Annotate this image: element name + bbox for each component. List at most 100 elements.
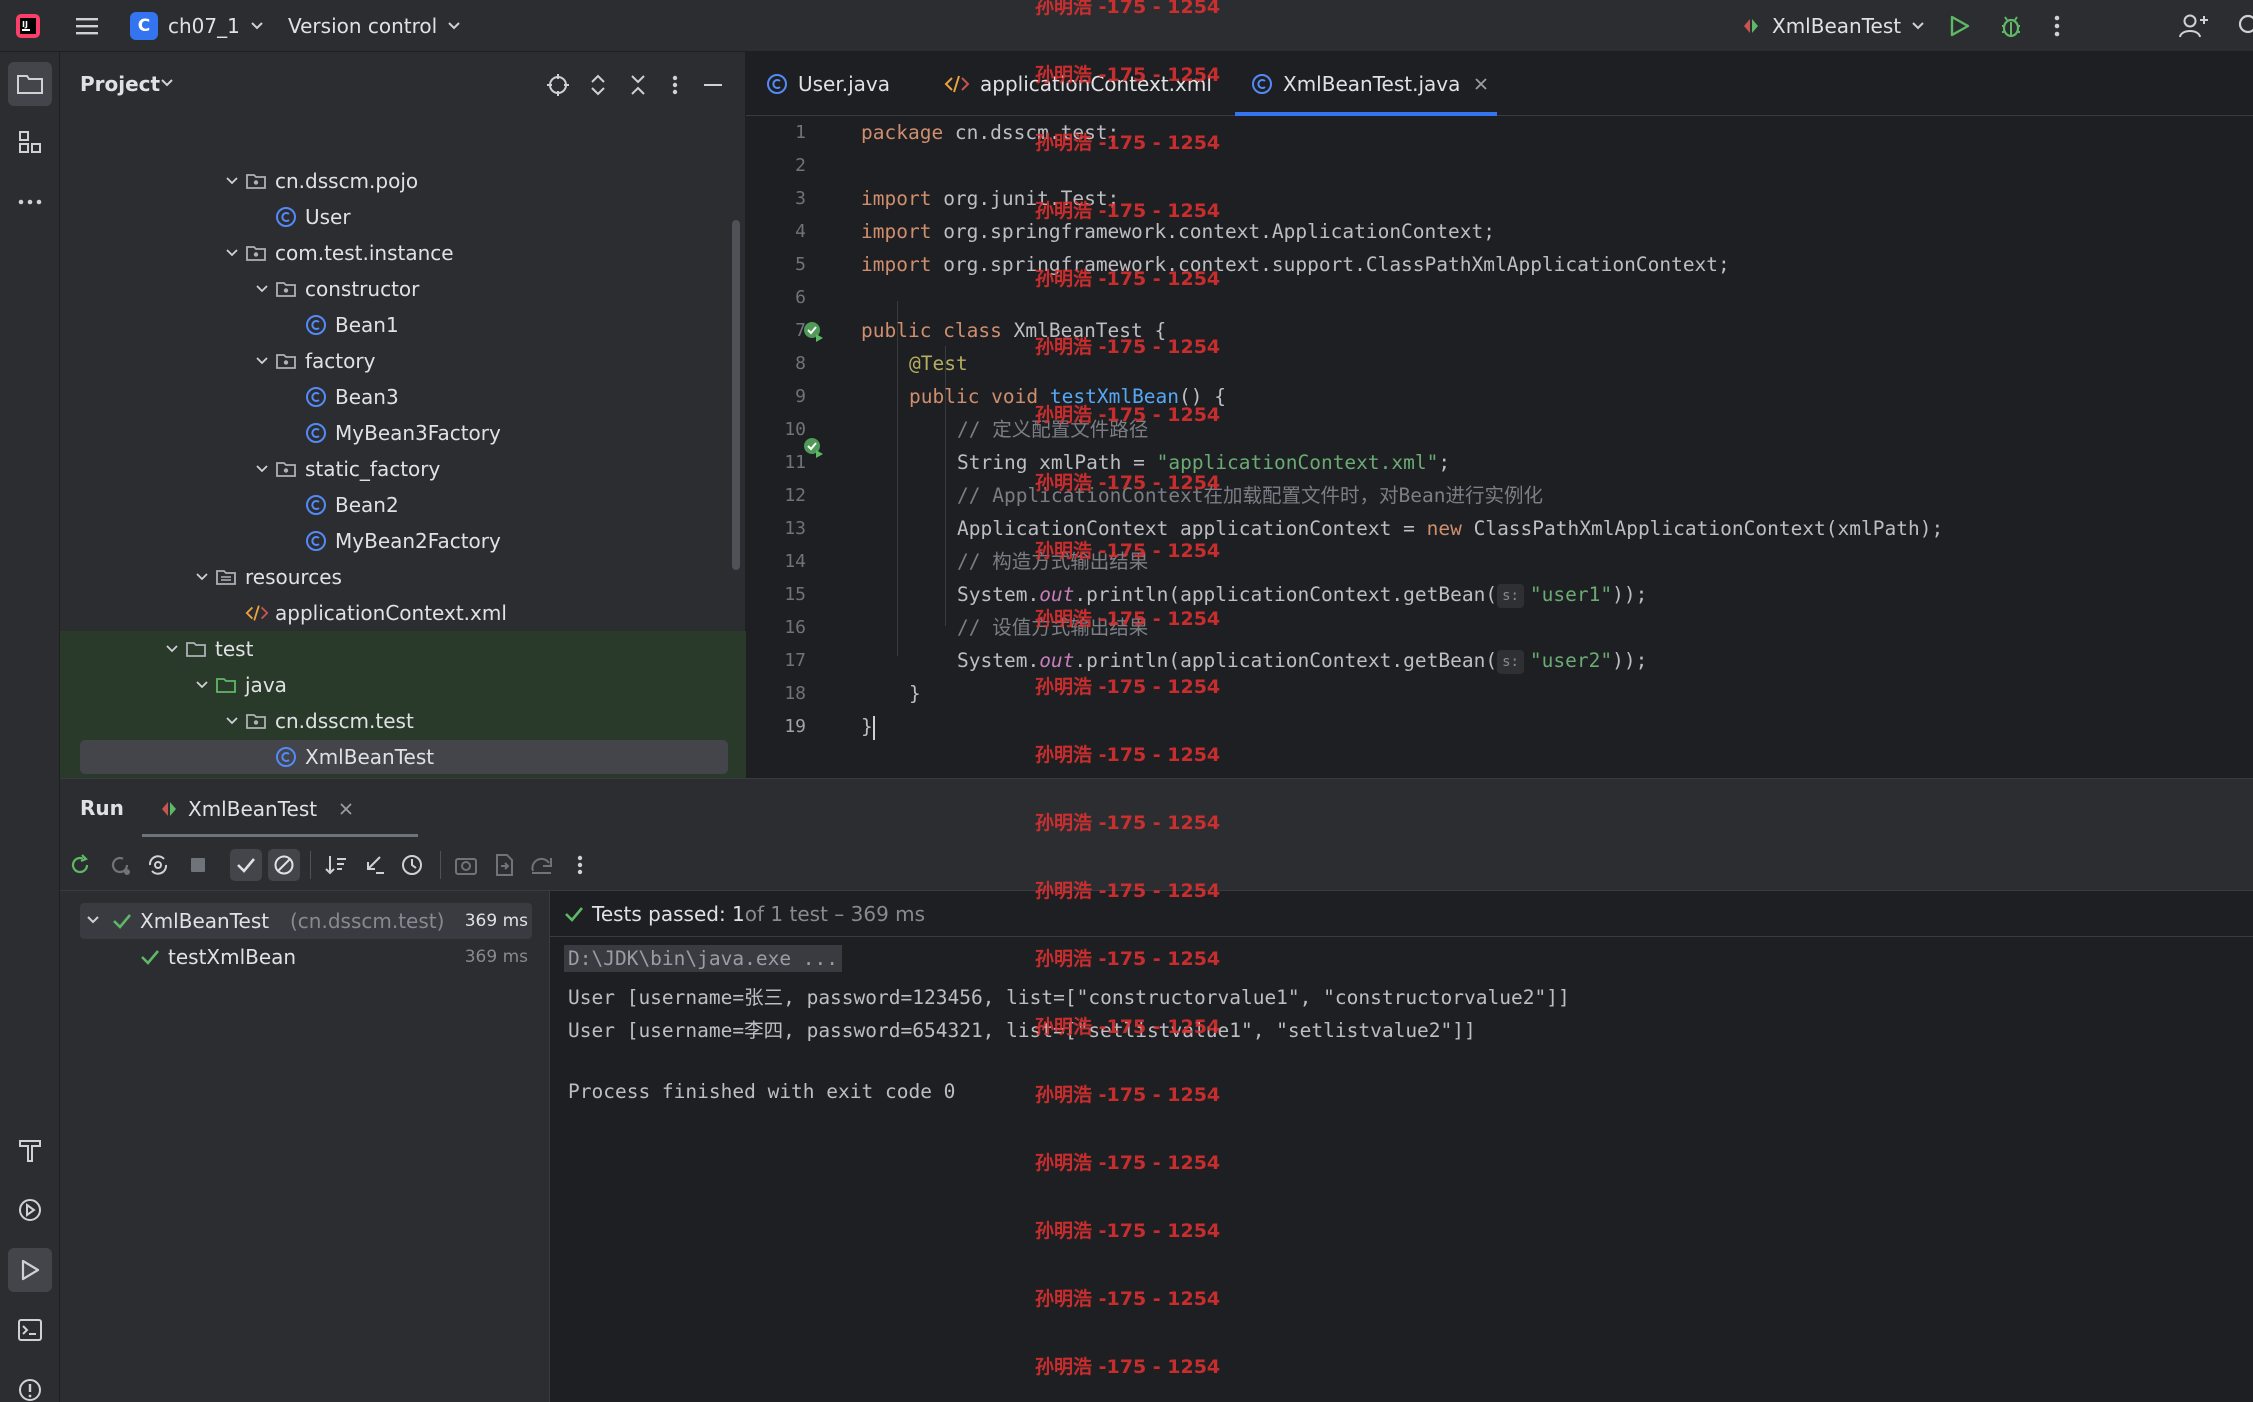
watermark-text: 孙明浩 -175 - 1254 — [1035, 0, 1221, 18]
tree-class-item[interactable]: MyBean2Factory — [60, 523, 746, 559]
export-tests-icon[interactable] — [526, 849, 558, 881]
watermark-text: 孙明浩 -175 - 1254 — [1035, 880, 1221, 902]
tree-folder-item[interactable]: static_factory — [60, 451, 746, 487]
passed-icon — [564, 904, 584, 924]
tree-folder-item[interactable]: constructor — [60, 271, 746, 307]
watermark-text: 孙明浩 -175 - 1254 — [1035, 1152, 1221, 1174]
tree-class-item[interactable]: Bean3 — [60, 379, 746, 415]
tree-folder-item[interactable]: factory — [60, 343, 746, 379]
locate-icon[interactable] — [546, 73, 570, 97]
chevron-down-icon[interactable] — [255, 462, 269, 476]
project-panel: Project cn.dsscm.pojo User com.test.instan… — [60, 52, 746, 847]
options-icon[interactable] — [670, 73, 680, 97]
console-output[interactable]: Tests passed: 1 of 1 test – 369 ms D:\JD… — [550, 891, 2253, 1402]
structure-tool-icon[interactable] — [8, 120, 52, 164]
problems-tool-icon[interactable] — [8, 1368, 52, 1402]
rerun-icon[interactable] — [64, 849, 96, 881]
more-tools-icon[interactable] — [8, 180, 52, 224]
collapse-all-icon[interactable] — [628, 73, 648, 97]
chevron-down-icon[interactable] — [195, 570, 209, 584]
text-cursor — [872, 715, 875, 740]
tree-class-item[interactable]: XmlBeanTest — [60, 739, 746, 775]
tree-folder-item[interactable]: com.test.instance — [60, 235, 746, 271]
test-row-method[interactable]: testXmlBean 369 ms — [80, 939, 532, 975]
project-switcher[interactable]: C ch07_1 — [130, 0, 264, 52]
toolbar-divider — [310, 851, 311, 879]
tab-xml-bean-test-java[interactable]: XmlBeanTest.java — [1235, 52, 1497, 116]
tree-item-label: cn.dsscm.test — [275, 709, 414, 733]
run-test-gutter-icon[interactable] — [802, 320, 826, 344]
class-icon — [305, 386, 327, 408]
show-passed-toggle[interactable] — [230, 849, 262, 881]
console-command-line[interactable]: D:\JDK\bin\java.exe ... — [564, 945, 843, 972]
run-config-selector[interactable]: XmlBeanTest — [1740, 0, 1925, 52]
tree-class-item[interactable]: Bean2 — [60, 487, 746, 523]
chevron-down-icon[interactable] — [225, 246, 239, 260]
line-number: 2 — [795, 155, 806, 176]
run-test-gutter-icon[interactable] — [802, 436, 826, 460]
rerun-failed-icon[interactable] — [104, 849, 136, 881]
chevron-down-icon — [250, 21, 264, 31]
more-actions-icon[interactable] — [2052, 0, 2062, 52]
expand-all-icon[interactable] — [588, 73, 608, 97]
close-icon[interactable] — [339, 802, 353, 816]
chevron-down-icon[interactable] — [165, 642, 179, 656]
class-icon — [275, 206, 297, 228]
services-tool-icon[interactable] — [8, 1188, 52, 1232]
build-tool-icon[interactable] — [8, 1128, 52, 1172]
more-run-actions-icon[interactable] — [564, 849, 596, 881]
search-icon[interactable] — [2236, 0, 2253, 52]
screenshot-icon[interactable] — [450, 849, 482, 881]
history-icon[interactable] — [396, 849, 428, 881]
watermark-text: 孙明浩 -175 - 1254 — [1035, 132, 1221, 154]
sort-duration-icon[interactable] — [358, 849, 390, 881]
tests-passed-label: Tests passed: 1 — [592, 901, 745, 926]
hide-panel-icon[interactable] — [702, 73, 724, 97]
chevron-down-icon[interactable] — [160, 78, 174, 88]
run-tool-icon[interactable] — [8, 1248, 52, 1292]
version-control-menu[interactable]: Version control — [288, 0, 461, 52]
tree-scrollbar[interactable] — [732, 220, 740, 570]
run-tab-xml-bean-test[interactable]: XmlBeanTest — [142, 779, 418, 839]
stop-icon[interactable] — [182, 849, 214, 881]
test-row-suite[interactable]: XmlBeanTest (cn.dsscm.test) 369 ms — [80, 903, 532, 939]
chevron-down-icon[interactable] — [86, 914, 100, 926]
chevron-down-icon[interactable] — [255, 282, 269, 296]
chevron-down-icon[interactable] — [255, 354, 269, 368]
watermark-text: 孙明浩 -175 - 1254 — [1035, 744, 1221, 766]
sort-alpha-icon[interactable] — [320, 849, 352, 881]
main-menu-icon[interactable] — [74, 0, 100, 52]
chevron-down-icon[interactable] — [225, 174, 239, 188]
close-icon[interactable] — [1474, 77, 1488, 91]
debug-button[interactable] — [1998, 0, 2024, 52]
tree-folder-item[interactable]: cn.dsscm.test — [60, 703, 746, 739]
class-icon — [1251, 73, 1273, 95]
project-panel-title[interactable]: Project — [80, 72, 160, 96]
tree-class-item[interactable]: Bean1 — [60, 307, 746, 343]
toggle-auto-test-icon[interactable] — [142, 849, 174, 881]
tree-folder-item[interactable]: java — [60, 667, 746, 703]
tab-user-java[interactable]: User.java — [766, 52, 890, 116]
run-panel-title[interactable]: Run — [80, 796, 124, 820]
add-user-icon[interactable] — [2178, 0, 2208, 52]
xml-file-icon — [944, 73, 970, 95]
import-tests-icon[interactable] — [488, 849, 520, 881]
tree-folder-item[interactable]: cn.dsscm.pojo — [60, 163, 746, 199]
code-line-5: import org.springframework.context.suppo… — [861, 253, 1730, 276]
line-number: 13 — [784, 518, 806, 539]
terminal-tool-icon[interactable] — [8, 1308, 52, 1352]
tree-folder-item[interactable]: resources — [60, 559, 746, 595]
tree-file-item[interactable]: applicationContext.xml — [60, 595, 746, 631]
chevron-down-icon[interactable] — [195, 678, 209, 692]
folder-icon — [185, 638, 207, 660]
project-tool-icon[interactable] — [8, 62, 52, 106]
tree-class-item[interactable]: User — [60, 199, 746, 235]
tree-class-item[interactable]: MyBean3Factory — [60, 415, 746, 451]
run-button[interactable] — [1946, 0, 1972, 52]
show-ignored-toggle[interactable] — [268, 849, 300, 881]
ide-logo-icon[interactable]: IJ — [14, 0, 42, 52]
chevron-down-icon[interactable] — [225, 714, 239, 728]
run-config-name: XmlBeanTest — [1772, 14, 1902, 38]
watermark-text: 孙明浩 -175 - 1254 — [1035, 676, 1221, 698]
tree-folder-item[interactable]: test — [60, 631, 746, 667]
